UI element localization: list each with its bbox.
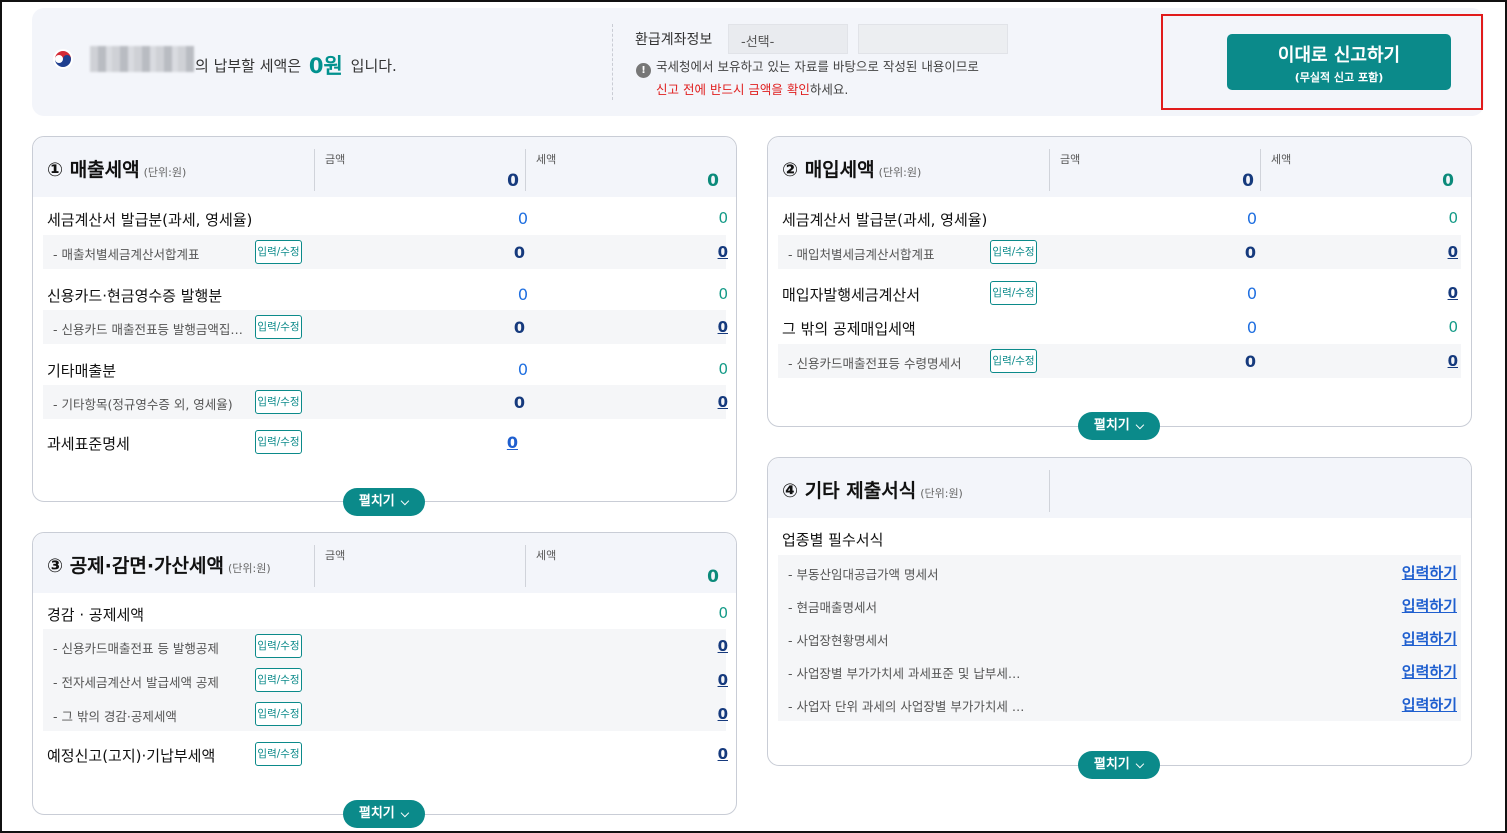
edit-button[interactable]: 입력/수정 — [255, 240, 302, 264]
table-row: - 매출처별세금계산서합계표 입력/수정 0 0 — [43, 235, 728, 269]
notice-line-2: 신고 전에 반드시 금액을 확인하세요. — [656, 82, 849, 97]
sales-tax-card: ① 매출세액 (단위:원) 금액 0 세액 0 세금계산서 발급분(과세, 영세율… — [32, 136, 737, 502]
table-row: 기타매출분 0 0 — [47, 360, 728, 380]
deduction-tax-header: ③ 공제·감면·가산세액 (단위:원) 금액 세액 0 — [33, 533, 736, 593]
edit-button[interactable]: 입력/수정 — [255, 315, 302, 339]
edit-button[interactable]: 입력/수정 — [990, 240, 1037, 264]
table-row: - 매입처별세금계산서합계표 입력/수정 0 0 — [778, 235, 1461, 269]
input-link[interactable]: 입력하기 — [1402, 595, 1457, 616]
edit-button[interactable]: 입력/수정 — [990, 281, 1037, 305]
other-forms-title: ④ 기타 제출서식 (단위:원) — [782, 480, 963, 502]
purchase-total-amount: 0 — [1242, 171, 1254, 191]
tax-link[interactable]: 0 — [668, 745, 728, 763]
input-link[interactable]: 입력하기 — [1402, 661, 1457, 682]
section-heading: 업종별 필수서식 — [782, 531, 884, 549]
edit-button[interactable]: 입력/수정 — [255, 742, 302, 766]
tax-link[interactable]: 0 — [668, 671, 728, 689]
table-row: 세금계산서 발급분(과세, 영세율) 0 0 — [47, 209, 728, 229]
table-row: 신용카드·현금영수증 발행분 0 0 — [47, 285, 728, 305]
table-row: 경감 · 공제세액 0 — [47, 604, 728, 624]
purchase-tax-header: ② 매입세액 (단위:원) 금액 0 세액 0 — [768, 137, 1471, 197]
sales-total-tax: 0 — [707, 171, 719, 191]
input-link[interactable]: 입력하기 — [1402, 628, 1457, 649]
sales-tax-title: ① 매출세액 (단위:원) — [47, 159, 187, 181]
amount-link[interactable]: 0 — [458, 433, 518, 452]
sales-expand-button[interactable]: 펼치기 ⌵ — [343, 488, 425, 516]
tax-link[interactable]: 0 — [668, 637, 728, 655]
other-forms-card: ④ 기타 제출서식 (단위:원) 업종별 필수서식 - 부동산임대공급가액 명세서… — [767, 457, 1472, 766]
purchase-tax-card: ② 매입세액 (단위:원) 금액 0 세액 0 세금계산서 발급분(과세, 영세율… — [767, 136, 1472, 427]
table-row: - 신용카드매출전표등 수령명세서 입력/수정 0 0 — [778, 344, 1461, 378]
table-row: 예정신고(고지)·기납부세액 입력/수정 0 — [43, 737, 728, 771]
tax-link[interactable]: 0 — [668, 243, 728, 261]
chevron-down-icon: ⌵ — [1135, 758, 1145, 771]
purchase-tax-title: ② 매입세액 (단위:원) — [782, 159, 922, 181]
list-item: - 사업장별 부가가치세 과세표준 및 납부세… 입력하기 — [778, 654, 1461, 688]
deduction-expand-button[interactable]: 펼치기 ⌵ — [343, 800, 425, 828]
deduction-tax-title: ③ 공제·감면·가산세액 (단위:원) — [47, 555, 271, 577]
tax-link[interactable]: 0 — [1398, 243, 1458, 261]
purchase-total-tax: 0 — [1442, 171, 1454, 191]
table-row: - 그 밖의 경감·공제세액 입력/수정 0 — [43, 697, 728, 731]
chevron-down-icon: ⌵ — [400, 807, 410, 820]
tax-link[interactable]: 0 — [668, 393, 728, 411]
edit-button[interactable]: 입력/수정 — [990, 349, 1037, 373]
purchase-expand-button[interactable]: 펼치기 ⌵ — [1078, 412, 1160, 440]
chevron-down-icon: ⌵ — [400, 495, 410, 508]
edit-button[interactable]: 입력/수정 — [255, 430, 302, 454]
table-row: - 신용카드 매출전표등 발행금액집… 입력/수정 0 0 — [43, 310, 728, 344]
table-row: 세금계산서 발급분(과세, 영세율) 0 0 — [782, 209, 1458, 229]
table-row: 과세표준명세 입력/수정 0 — [43, 425, 726, 459]
tax-due-message: 의 납부할 세액은 0원 입니다. — [195, 54, 397, 78]
list-item: - 사업장현황명세서 입력하기 — [778, 621, 1461, 655]
chevron-down-icon: ⌵ — [1135, 419, 1145, 432]
table-row: - 기타항목(정규영수증 외, 영세율) 입력/수정 0 0 — [43, 385, 728, 419]
table-row: - 신용카드매출전표 등 발행공제 입력/수정 0 — [43, 629, 728, 663]
list-item: - 사업자 단위 과세의 사업장별 부가가치세 … 입력하기 — [778, 687, 1461, 721]
edit-button[interactable]: 입력/수정 — [255, 390, 302, 414]
list-item: - 부동산임대공급가액 명세서 입력하기 — [778, 555, 1461, 589]
tax-link[interactable]: 0 — [668, 705, 728, 723]
edit-button[interactable]: 입력/수정 — [255, 634, 302, 658]
government-logo-icon — [53, 49, 73, 69]
sales-tax-header: ① 매출세액 (단위:원) 금액 0 세액 0 — [33, 137, 736, 197]
tax-link[interactable]: 0 — [1398, 352, 1458, 370]
other-forms-header: ④ 기타 제출서식 (단위:원) — [768, 458, 1471, 518]
info-icon: ! — [636, 63, 651, 78]
other-forms-expand-button[interactable]: 펼치기 ⌵ — [1078, 751, 1160, 779]
refund-account-label: 환급계좌정보 — [635, 32, 713, 48]
table-row: 매입자발행세금계산서 입력/수정 0 0 — [778, 276, 1461, 310]
deduction-tax-card: ③ 공제·감면·가산세액 (단위:원) 금액 세액 0 경감 · 공제세액 0 -… — [32, 532, 737, 815]
table-row: 그 밖의 공제매입세액 0 0 — [782, 318, 1458, 338]
tax-link[interactable]: 0 — [1398, 284, 1458, 302]
refund-account-input[interactable] — [858, 24, 1008, 54]
edit-button[interactable]: 입력/수정 — [255, 668, 302, 692]
submit-report-button[interactable]: 이대로 신고하기 (무실적 신고 포함) — [1227, 34, 1451, 90]
notice-line-1: ! 국세청에서 보유하고 있는 자료를 바탕으로 작성된 내용이므로 — [636, 56, 979, 78]
input-link[interactable]: 입력하기 — [1402, 694, 1457, 715]
divider — [612, 24, 613, 100]
tax-due-amount: 0원 — [308, 54, 343, 78]
deduction-total-tax: 0 — [707, 567, 719, 587]
blurred-taxpayer-name — [90, 46, 194, 72]
tax-link[interactable]: 0 — [668, 318, 728, 336]
list-item: - 현금매출명세서 입력하기 — [778, 588, 1461, 622]
edit-button[interactable]: 입력/수정 — [255, 702, 302, 726]
input-link[interactable]: 입력하기 — [1402, 562, 1457, 583]
sales-total-amount: 0 — [507, 171, 519, 191]
table-row: - 전자세금계산서 발급세액 공제 입력/수정 0 — [43, 663, 728, 697]
refund-bank-select[interactable]: -선택- — [728, 24, 848, 54]
